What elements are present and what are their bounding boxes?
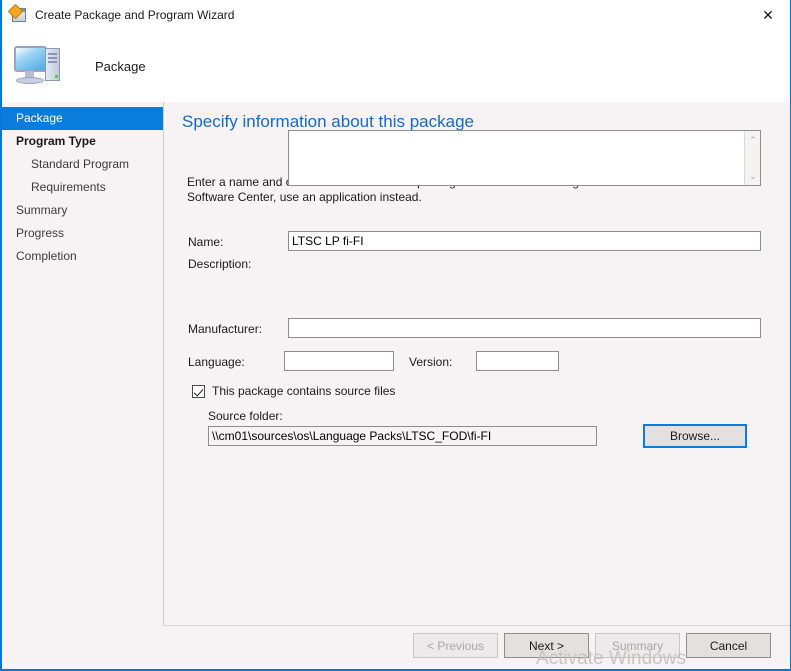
header-label: Package xyxy=(95,58,146,74)
close-icon[interactable]: ✕ xyxy=(745,0,790,30)
checkbox-box[interactable] xyxy=(192,384,205,398)
browse-button[interactable]: Browse... xyxy=(643,424,747,448)
source-files-checkbox[interactable]: This package contains source files xyxy=(192,384,395,398)
name-label: Name: xyxy=(188,235,224,249)
manufacturer-input[interactable] xyxy=(288,318,761,338)
sidebar-item-progress[interactable]: Progress xyxy=(2,222,163,245)
sidebar-item-requirements[interactable]: Requirements xyxy=(2,176,163,199)
sidebar-item-package[interactable]: Package xyxy=(2,107,163,130)
source-files-label: This package contains source files xyxy=(212,384,396,398)
activate-windows-watermark: Activate Windows xyxy=(536,648,686,669)
wizard-step-nav: Package Program Type Standard Program Re… xyxy=(2,102,163,625)
language-input[interactable] xyxy=(284,351,394,371)
package-wizard-icon xyxy=(7,3,27,23)
header-band: Package xyxy=(2,30,790,102)
sidebar-item-standard-program[interactable]: Standard Program xyxy=(2,153,163,176)
title-bar: Create Package and Program Wizard ✕ xyxy=(2,0,790,30)
computer-icon xyxy=(12,42,68,90)
source-folder-input[interactable] xyxy=(208,426,597,446)
page-title: Specify information about this package xyxy=(182,112,475,131)
wizard-window: Create Package and Program Wizard ✕ Pack… xyxy=(0,0,791,671)
version-input[interactable] xyxy=(476,351,559,371)
name-input[interactable] xyxy=(288,231,761,251)
sidebar-item-summary[interactable]: Summary xyxy=(2,199,163,222)
manufacturer-label: Manufacturer: xyxy=(188,322,263,336)
cancel-button[interactable]: Cancel xyxy=(686,633,771,658)
content-panel: Specify information about this package E… xyxy=(163,102,790,625)
previous-button[interactable]: < Previous xyxy=(413,633,498,658)
wizard-footer: < Previous Next > Summary Cancel xyxy=(163,625,790,669)
scroll-up-icon[interactable]: ⌃ xyxy=(745,132,761,148)
sidebar-item-completion[interactable]: Completion xyxy=(2,245,163,268)
description-scrollbar[interactable]: ⌃ ⌄ xyxy=(744,131,760,185)
sidebar-item-program-type[interactable]: Program Type xyxy=(2,130,163,153)
language-label: Language: xyxy=(188,355,245,369)
description-label: Description: xyxy=(188,257,252,271)
scroll-down-icon[interactable]: ⌄ xyxy=(745,168,761,184)
description-input[interactable]: ⌃ ⌄ xyxy=(288,130,761,186)
window-title: Create Package and Program Wizard xyxy=(35,8,235,22)
footer-left-filler xyxy=(2,625,163,669)
body-area: Package Program Type Standard Program Re… xyxy=(2,102,790,625)
version-label: Version: xyxy=(409,355,453,369)
source-folder-label: Source folder: xyxy=(208,409,283,423)
